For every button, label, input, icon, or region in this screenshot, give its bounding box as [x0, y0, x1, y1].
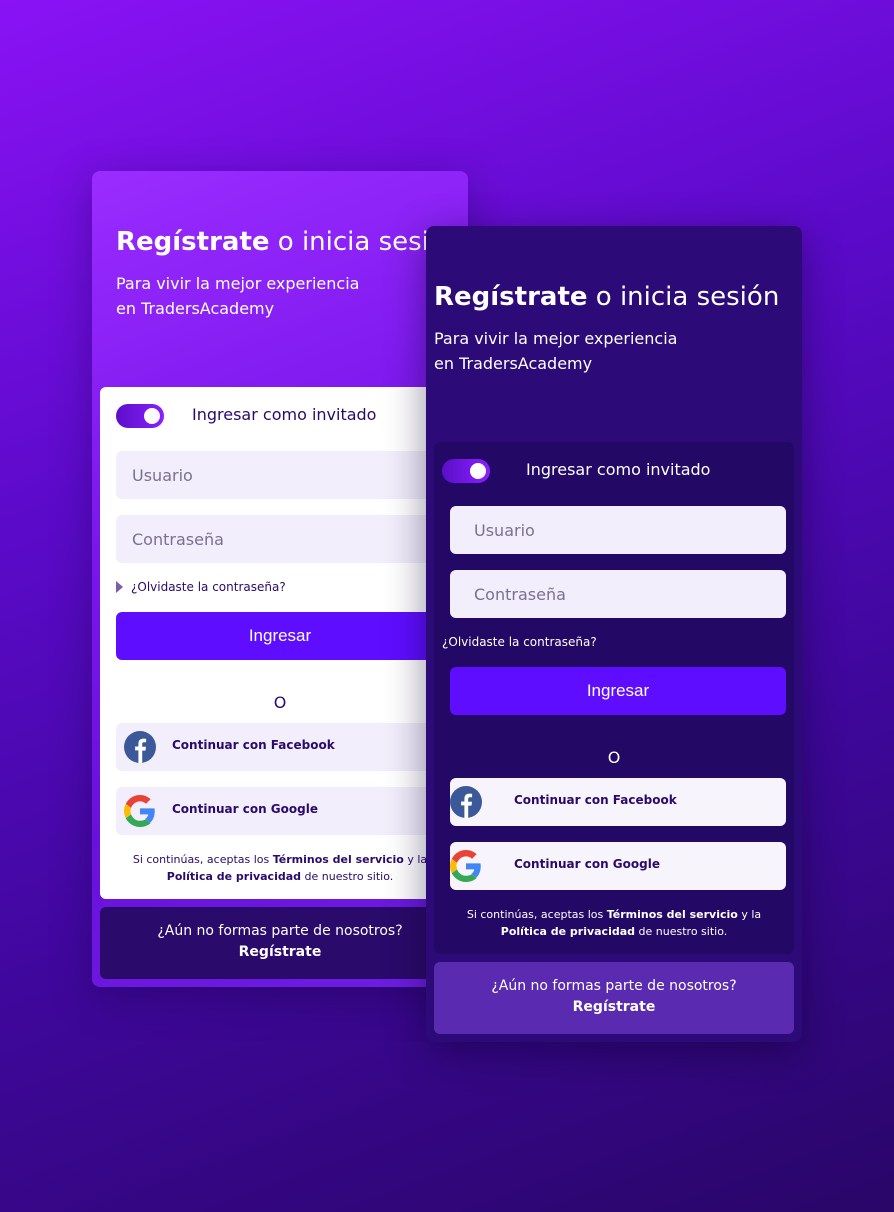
- google-button-label: Continuar con Google: [172, 802, 318, 816]
- login-card-dark: Regístrate o inicia sesión Para vivir la…: [426, 226, 802, 1042]
- forgot-password-link-dark[interactable]: ¿Olvidaste la contraseña?: [442, 635, 597, 649]
- legal-suffix: de nuestro sitio.: [304, 870, 394, 883]
- legal-notice-dark: Si continúas, aceptas los Términos del s…: [450, 906, 778, 940]
- legal-prefix-dark: Si continúas, aceptas los: [466, 908, 604, 921]
- no-account-text: ¿Aún no formas parte de nosotros?: [157, 923, 403, 939]
- page-title: Regístrate o inicia sesión: [116, 227, 461, 257]
- facebook-icon: [124, 731, 156, 763]
- legal-and: y la: [407, 853, 428, 866]
- legal-suffix-dark: de nuestro sitio.: [638, 925, 728, 938]
- signup-panel-dark: ¿Aún no formas parte de nosotros? Regíst…: [434, 962, 794, 1034]
- page-title-dark: Regístrate o inicia sesión: [434, 282, 779, 312]
- password-input[interactable]: [116, 515, 444, 563]
- privacy-link[interactable]: Política de privacidad: [167, 870, 301, 883]
- login-card-light: Regístrate o inicia sesión Para vivir la…: [92, 171, 468, 987]
- google-login-button-dark[interactable]: Continuar con Google: [450, 842, 786, 890]
- google-icon: [450, 850, 481, 882]
- login-button-dark[interactable]: Ingresar: [450, 667, 786, 715]
- subtitle-dark: Para vivir la mejor experiencia en Trade…: [434, 329, 678, 373]
- terms-link-dark[interactable]: Términos del servicio: [607, 908, 738, 921]
- forgot-password-label-dark: ¿Olvidaste la contraseña?: [442, 635, 597, 649]
- signup-link[interactable]: Regístrate: [100, 942, 460, 963]
- subtitle: Para vivir la mejor experiencia en Trade…: [116, 274, 360, 318]
- terms-link[interactable]: Términos del servicio: [273, 853, 404, 866]
- legal-and-dark: y la: [741, 908, 762, 921]
- heading-rest-dark: o inicia sesión: [595, 282, 780, 312]
- guest-toggle-label: Ingresar como invitado: [192, 405, 377, 424]
- forgot-password-label: ¿Olvidaste la contraseña?: [131, 580, 286, 594]
- heading-bold-dark: Regístrate: [434, 282, 588, 312]
- facebook-login-button-dark[interactable]: Continuar con Facebook: [450, 778, 786, 826]
- google-icon: [124, 795, 155, 827]
- no-account-text-dark: ¿Aún no formas parte de nosotros?: [491, 978, 737, 994]
- or-separator: O: [273, 693, 287, 712]
- google-button-label-dark: Continuar con Google: [514, 857, 660, 871]
- password-input-dark[interactable]: [450, 570, 786, 618]
- privacy-link-dark[interactable]: Política de privacidad: [501, 925, 635, 938]
- toggle-knob: [144, 408, 160, 424]
- login-form-dark: Ingresar como invitado ¿Olvidaste la con…: [434, 442, 794, 954]
- guest-toggle-label-dark: Ingresar como invitado: [526, 460, 711, 479]
- heading-bold: Regístrate: [116, 227, 270, 257]
- username-input-dark[interactable]: [450, 506, 786, 554]
- toggle-knob-dark: [470, 463, 486, 479]
- login-button[interactable]: Ingresar: [116, 612, 444, 660]
- guest-toggle-dark[interactable]: [442, 459, 490, 483]
- facebook-icon: [450, 786, 482, 818]
- legal-notice: Si continúas, aceptas los Términos del s…: [116, 851, 444, 885]
- signup-panel: ¿Aún no formas parte de nosotros? Regíst…: [100, 907, 460, 979]
- forgot-password-link[interactable]: ¿Olvidaste la contraseña?: [116, 580, 286, 594]
- facebook-button-label-dark: Continuar con Facebook: [514, 793, 677, 807]
- login-form: Ingresar como invitado ¿Olvidaste la con…: [100, 387, 460, 899]
- or-separator-dark: O: [607, 748, 621, 767]
- legal-prefix: Si continúas, aceptas los: [132, 853, 270, 866]
- guest-toggle[interactable]: [116, 404, 164, 428]
- google-login-button[interactable]: Continuar con Google: [116, 787, 444, 835]
- facebook-button-label: Continuar con Facebook: [172, 738, 335, 752]
- caret-right-icon: [116, 581, 123, 593]
- signup-link-dark[interactable]: Regístrate: [434, 997, 794, 1018]
- username-input[interactable]: [116, 451, 444, 499]
- facebook-login-button[interactable]: Continuar con Facebook: [116, 723, 444, 771]
